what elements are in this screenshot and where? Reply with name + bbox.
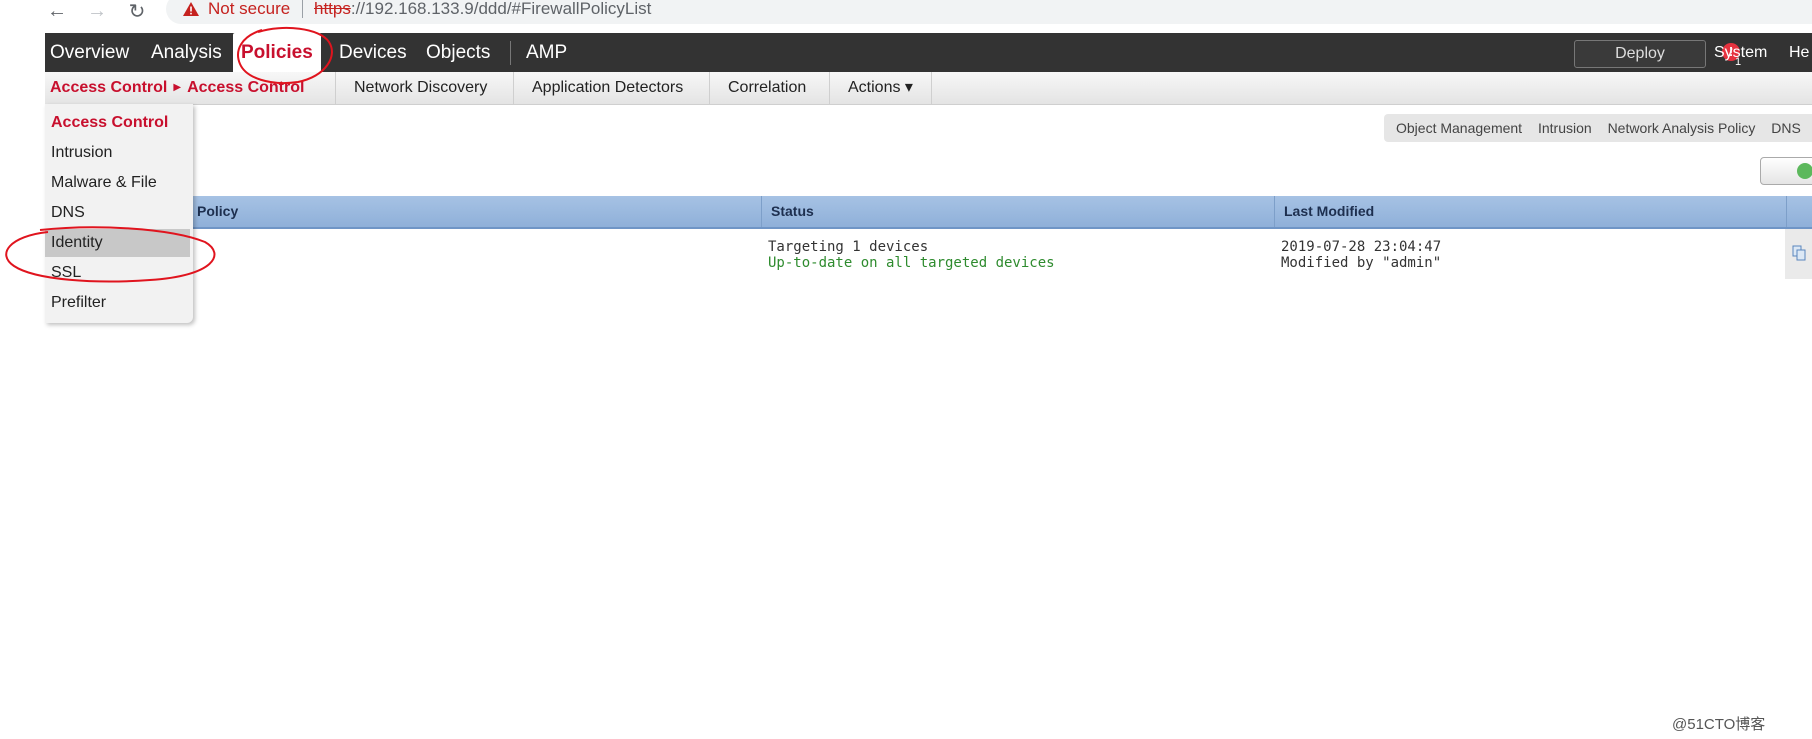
browser-toolbar: ← → ↻ Not secure https://192.168.133.9/d…	[0, 0, 1812, 26]
column-header-actions	[1786, 196, 1812, 227]
new-policy-button[interactable]	[1760, 157, 1812, 185]
breadcrumb: Access Control ▶ Access Control	[45, 72, 304, 104]
nav-divider	[510, 41, 511, 65]
back-icon[interactable]: ←	[44, 0, 70, 22]
status-targeting: Targeting 1 devices	[768, 239, 929, 255]
menu-item-access-control[interactable]: Access Control	[45, 109, 190, 137]
copy-icon[interactable]	[1792, 245, 1806, 261]
url-text[interactable]: https://192.168.133.9/ddd/#FirewallPolic…	[314, 0, 651, 19]
column-header-status[interactable]: Status	[761, 196, 1274, 227]
url-scheme: https	[314, 0, 351, 18]
link-intrusion[interactable]: Intrusion	[1538, 120, 1592, 136]
url-path: ://192.168.133.9/ddd/#FirewallPolicyList	[350, 0, 652, 18]
link-dns[interactable]: DNS	[1771, 120, 1801, 136]
policies-dropdown-menu: Access Control Intrusion Malware & File …	[45, 104, 193, 323]
tab-actions[interactable]: Actions ▾	[829, 72, 932, 104]
deploy-button[interactable]: Deploy	[1574, 40, 1706, 68]
last-modified-by: Modified by "admin"	[1281, 255, 1442, 271]
policy-table-header: Policy Status Last Modified	[45, 196, 1812, 229]
link-network-analysis-policy[interactable]: Network Analysis Policy	[1608, 120, 1756, 136]
menu-item-identity[interactable]: Identity	[45, 229, 190, 257]
menu-item-prefilter[interactable]: Prefilter	[45, 289, 190, 317]
link-object-management[interactable]: Object Management	[1396, 120, 1522, 136]
nav-system[interactable]: System	[1714, 33, 1767, 72]
row-actions	[1785, 229, 1812, 279]
main-nav: Overview Analysis Policies Devices Objec…	[45, 33, 1812, 72]
menu-item-malware-file[interactable]: Malware & File	[45, 169, 190, 197]
reload-icon[interactable]: ↻	[124, 0, 150, 23]
tab-network-discovery[interactable]: Network Discovery	[335, 72, 505, 104]
secondary-toolbar: Object Management Intrusion Network Anal…	[1384, 114, 1812, 142]
nav-analysis[interactable]: Analysis	[151, 33, 222, 72]
menu-item-intrusion[interactable]: Intrusion	[45, 139, 190, 167]
table-row[interactable]: Targeting 1 devices Up-to-date on all ta…	[45, 229, 1812, 279]
forward-icon[interactable]: →	[84, 0, 110, 22]
last-modified-time: 2019-07-28 23:04:47	[1281, 239, 1442, 255]
column-header-last-modified[interactable]: Last Modified	[1274, 196, 1786, 227]
column-header-policy[interactable]: Policy	[188, 196, 707, 227]
nav-amp[interactable]: AMP	[526, 33, 567, 72]
nav-overview[interactable]: Overview	[50, 33, 129, 72]
breadcrumb-arrow-icon: ▶	[173, 82, 182, 93]
sub-nav: Access Control ▶ Access Control Network Di…	[45, 72, 1812, 105]
nav-help[interactable]: He	[1789, 33, 1809, 72]
add-icon	[1797, 163, 1812, 179]
security-label[interactable]: Not secure	[208, 0, 290, 19]
url-separator	[302, 0, 303, 18]
nav-policies[interactable]: Policies	[233, 33, 321, 72]
tab-correlation[interactable]: Correlation	[709, 72, 824, 104]
nav-devices[interactable]: Devices	[339, 33, 407, 72]
status-up-to-date: Up-to-date on all targeted devices	[768, 255, 1055, 271]
breadcrumb-item[interactable]: Access Control	[187, 79, 304, 96]
menu-item-dns[interactable]: DNS	[45, 199, 190, 227]
menu-item-ssl[interactable]: SSL	[45, 259, 190, 287]
warning-icon[interactable]	[182, 1, 200, 17]
nav-objects[interactable]: Objects	[426, 33, 490, 72]
tab-application-detectors[interactable]: Application Detectors	[513, 72, 701, 104]
watermark: @51CTO博客	[1672, 716, 1766, 733]
breadcrumb-item[interactable]: Access Control	[50, 79, 167, 96]
